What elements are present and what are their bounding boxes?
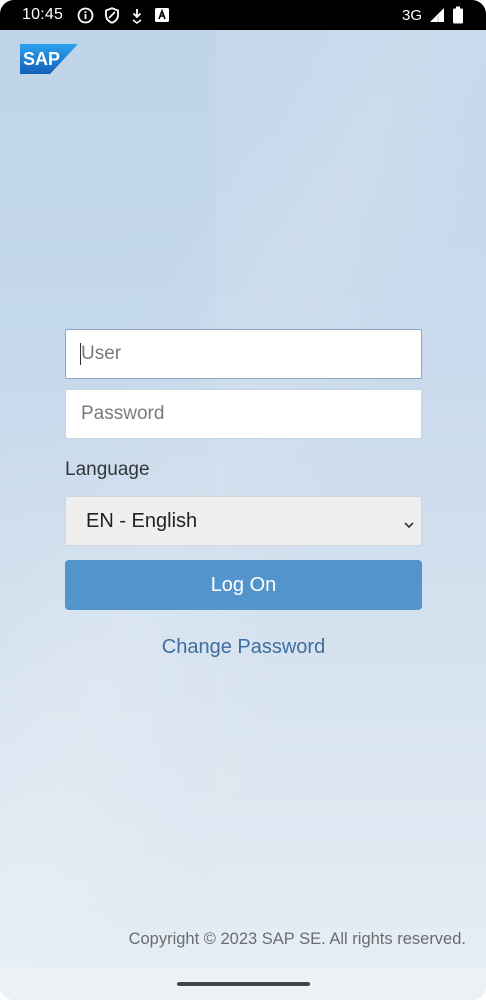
language-select[interactable]: EN - English: [65, 496, 422, 546]
status-icons-right: 3G: [402, 6, 464, 24]
sap-logo-text: SAP: [23, 49, 60, 69]
chevron-down-icon: [403, 514, 415, 537]
shield-icon: [104, 6, 120, 24]
change-password-link[interactable]: Change Password: [65, 636, 422, 659]
password-input[interactable]: [65, 389, 422, 439]
signal-icon: [429, 7, 445, 23]
sap-logo-icon: SAP: [20, 44, 78, 74]
battery-icon: [452, 6, 464, 24]
download-icon: [130, 7, 144, 24]
user-input[interactable]: [65, 329, 422, 379]
log-on-button[interactable]: Log On: [65, 560, 422, 610]
network-label: 3G: [401, 6, 422, 24]
a-box-icon: [154, 7, 170, 23]
login-form: Language EN - English Log On Change Pass…: [65, 329, 422, 659]
language-label: Language: [65, 459, 150, 480]
status-icons-left: [77, 6, 170, 24]
copyright-text: Copyright © 2023 SAP SE. All rights rese…: [128, 930, 466, 948]
status-bar: 10:45 3G: [0, 0, 486, 30]
navigation-bar: [0, 968, 486, 1000]
login-screen: 10:45 3G SAP User Language EN - English …: [0, 0, 486, 1000]
text-cursor: [80, 343, 81, 365]
home-indicator[interactable]: [177, 982, 310, 986]
info-icon: [77, 7, 94, 24]
user-field-wrap: [65, 329, 422, 379]
status-time: 10:45: [22, 6, 64, 23]
language-selected-value: EN - English: [86, 509, 198, 532]
